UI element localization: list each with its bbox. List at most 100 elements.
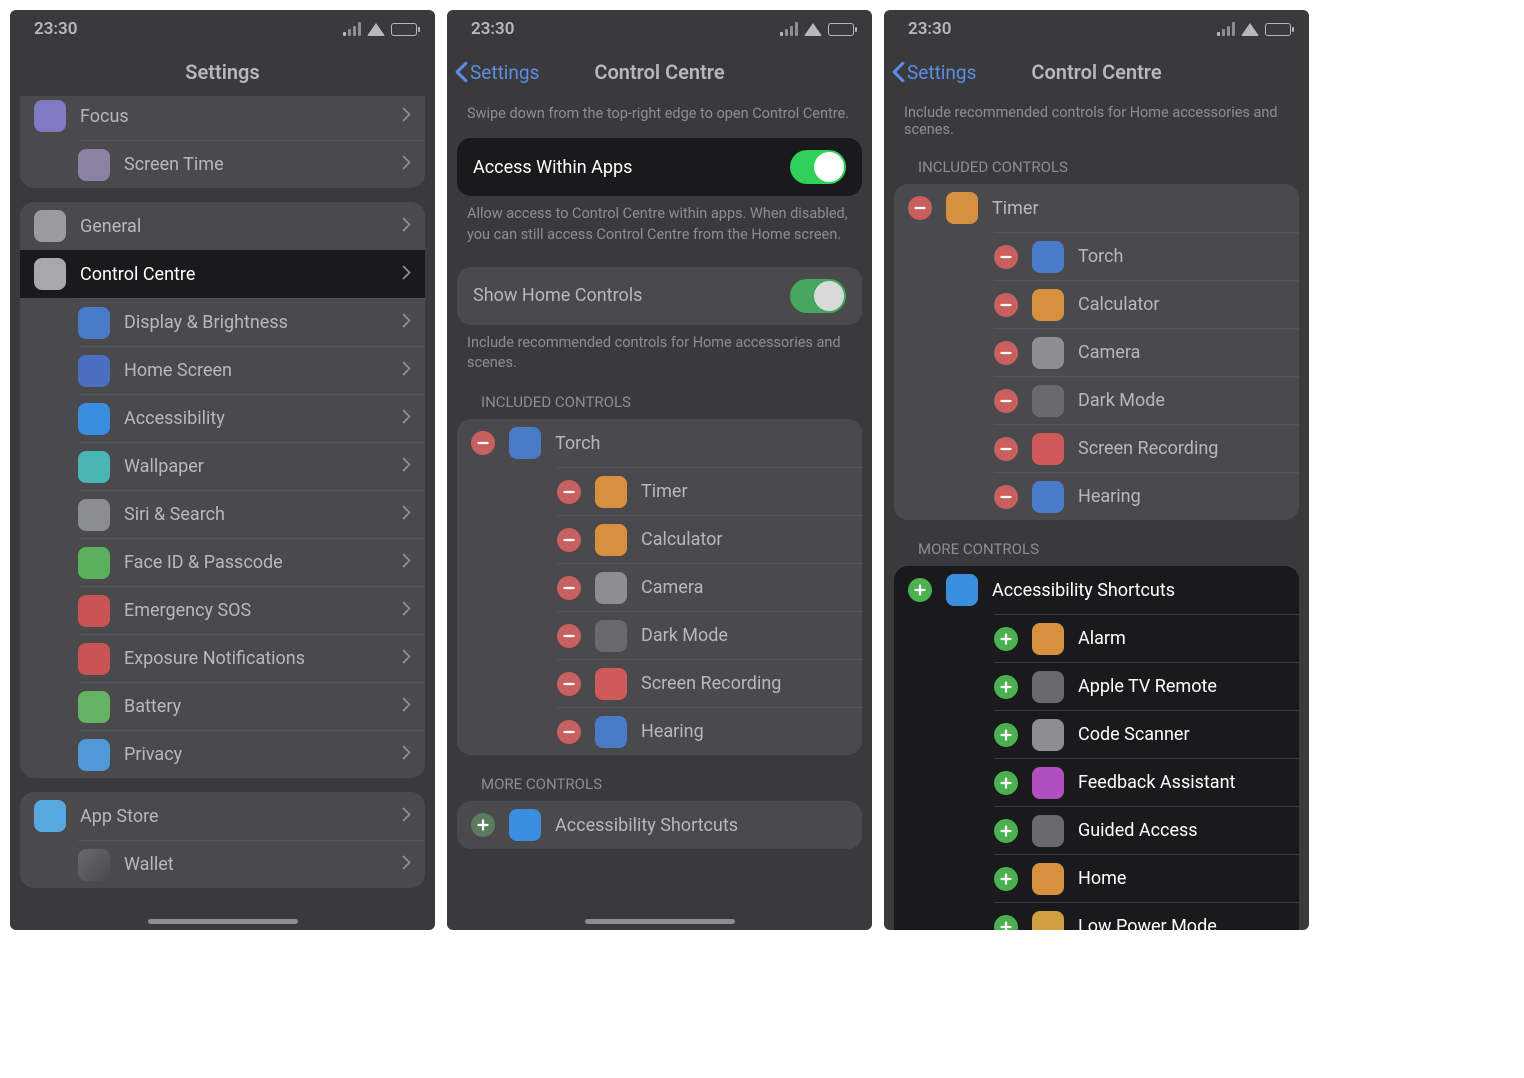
access-within-apps-row[interactable]: Access Within Apps (457, 138, 862, 196)
settings-row-face-id-passcode[interactable]: Face ID & Passcode (78, 538, 425, 586)
add-button[interactable] (471, 813, 495, 837)
remove-button[interactable] (994, 245, 1018, 269)
back-button[interactable]: Settings (892, 61, 976, 84)
more-row-accessibility-shortcuts[interactable]: Accessibility Shortcuts (894, 566, 1299, 614)
remove-button[interactable] (557, 480, 581, 504)
add-button[interactable] (908, 578, 932, 602)
settings-row-general[interactable]: General (20, 202, 425, 250)
drag-handle-icon[interactable] (826, 481, 848, 502)
included-row-torch[interactable]: Torch (994, 232, 1299, 280)
drag-handle-icon[interactable] (826, 577, 848, 598)
drag-handle-icon[interactable] (826, 673, 848, 694)
included-row-camera[interactable]: Camera (557, 563, 862, 611)
settings-row-screen-time[interactable]: Screen Time (78, 140, 425, 188)
drag-handle-icon[interactable] (1263, 438, 1285, 459)
included-row-calculator[interactable]: Calculator (557, 515, 862, 563)
remove-button[interactable] (994, 293, 1018, 317)
more-row-feedback-assistant[interactable]: Feedback Assistant (994, 758, 1299, 806)
status-bar: 23:30 (10, 10, 435, 48)
more-row-low-power-mode[interactable]: Low Power Mode (994, 902, 1299, 930)
included-row-timer[interactable]: Timer (894, 184, 1299, 232)
chevron-right-icon (402, 600, 411, 621)
settings-row-exposure-notifications[interactable]: Exposure Notifications (78, 634, 425, 682)
show-home-controls-row[interactable]: Show Home Controls (457, 267, 862, 325)
drag-handle-icon[interactable] (1263, 390, 1285, 411)
settings-row-siri-search[interactable]: Siri & Search (78, 490, 425, 538)
included-row-hearing[interactable]: Hearing (557, 707, 862, 755)
settings-row-wallpaper[interactable]: Wallpaper (78, 442, 425, 490)
row-label: Focus (80, 106, 402, 127)
row-label: Privacy (124, 744, 402, 765)
included-row-screen-recording[interactable]: Screen Recording (994, 424, 1299, 472)
add-button[interactable] (994, 915, 1018, 931)
settings-row-battery[interactable]: Battery (78, 682, 425, 730)
status-time: 23:30 (34, 19, 77, 39)
settings-row-app-store[interactable]: App Store (20, 792, 425, 840)
row-label: Home Screen (124, 360, 402, 381)
more-row-home[interactable]: Home (994, 854, 1299, 902)
row-label: Guided Access (1078, 820, 1285, 841)
remove-button[interactable] (557, 624, 581, 648)
add-button[interactable] (994, 723, 1018, 747)
settings-row-emergency-sos[interactable]: Emergency SOS (78, 586, 425, 634)
remove-button[interactable] (557, 720, 581, 744)
more-row-guided-access[interactable]: Guided Access (994, 806, 1299, 854)
remove-button[interactable] (994, 485, 1018, 509)
remove-button[interactable] (994, 341, 1018, 365)
alarm-icon (1032, 623, 1064, 655)
drag-handle-icon[interactable] (1263, 246, 1285, 267)
row-label: Calculator (641, 529, 826, 550)
row-label: Control Centre (80, 264, 402, 285)
included-row-hearing[interactable]: Hearing (994, 472, 1299, 520)
drag-handle-icon[interactable] (1263, 294, 1285, 315)
access-within-apps-toggle[interactable] (790, 150, 846, 184)
home-indicator[interactable] (585, 919, 735, 924)
remove-button[interactable] (471, 431, 495, 455)
drag-handle-icon[interactable] (826, 721, 848, 742)
add-button[interactable] (994, 867, 1018, 891)
settings-row-privacy[interactable]: Privacy (78, 730, 425, 778)
included-row-dark-mode[interactable]: Dark Mode (557, 611, 862, 659)
drag-handle-icon[interactable] (1263, 198, 1285, 219)
remove-button[interactable] (994, 389, 1018, 413)
remove-button[interactable] (994, 437, 1018, 461)
settings-row-home-screen[interactable]: Home Screen (78, 346, 425, 394)
wifi-icon (367, 23, 385, 36)
add-button[interactable] (994, 675, 1018, 699)
face-id-passcode-icon (78, 547, 110, 579)
add-button[interactable] (994, 771, 1018, 795)
remove-button[interactable] (557, 672, 581, 696)
settings-row-display-brightness[interactable]: Display & Brightness (78, 298, 425, 346)
included-row-screen-recording[interactable]: Screen Recording (557, 659, 862, 707)
show-home-controls-toggle[interactable] (790, 279, 846, 313)
settings-row-control-centre[interactable]: Control Centre (20, 250, 425, 298)
more-row-alarm[interactable]: Alarm (994, 614, 1299, 662)
back-chevron-icon (892, 61, 905, 83)
included-row-timer[interactable]: Timer (557, 467, 862, 515)
navbar: Settings Control Centre (447, 48, 872, 96)
add-button[interactable] (994, 819, 1018, 843)
drag-handle-icon[interactable] (826, 625, 848, 646)
drag-handle-icon[interactable] (826, 433, 848, 454)
control-centre-icon (34, 258, 66, 290)
included-row-calculator[interactable]: Calculator (994, 280, 1299, 328)
settings-row-accessibility[interactable]: Accessibility (78, 394, 425, 442)
accessibility-shortcuts-icon (946, 574, 978, 606)
remove-button[interactable] (557, 528, 581, 552)
settings-row-focus[interactable]: Focus (20, 96, 425, 140)
drag-handle-icon[interactable] (1263, 486, 1285, 507)
included-row-dark-mode[interactable]: Dark Mode (994, 376, 1299, 424)
more-dim-row-accessibility-shortcuts[interactable]: Accessibility Shortcuts (457, 801, 862, 849)
more-row-code-scanner[interactable]: Code Scanner (994, 710, 1299, 758)
included-row-torch[interactable]: Torch (457, 419, 862, 467)
remove-button[interactable] (908, 196, 932, 220)
back-button[interactable]: Settings (455, 61, 539, 84)
settings-row-wallet[interactable]: Wallet (78, 840, 425, 888)
add-button[interactable] (994, 627, 1018, 651)
more-row-apple-tv-remote[interactable]: Apple TV Remote (994, 662, 1299, 710)
drag-handle-icon[interactable] (1263, 342, 1285, 363)
drag-handle-icon[interactable] (826, 529, 848, 550)
remove-button[interactable] (557, 576, 581, 600)
home-indicator[interactable] (148, 919, 298, 924)
included-row-camera[interactable]: Camera (994, 328, 1299, 376)
